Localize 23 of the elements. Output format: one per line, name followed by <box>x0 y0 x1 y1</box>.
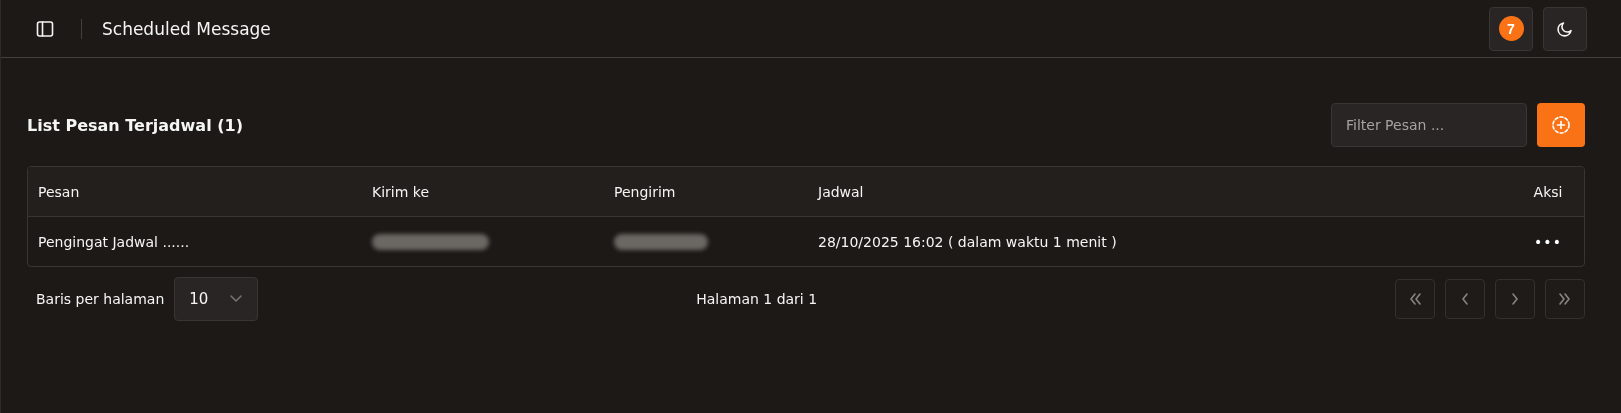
sidebar-icon <box>36 19 54 38</box>
page-title: Scheduled Message <box>102 18 271 39</box>
column-header: Kirim ke <box>371 183 431 200</box>
double-chevron-left-icon <box>1408 292 1422 306</box>
table-cell: 28/10/2025 16:02 ( dalam waktu 1 menit ) <box>818 233 1117 250</box>
page-indicator: Halaman 1 dari 1 <box>695 291 819 307</box>
dashed-circle-plus-icon <box>1551 115 1571 135</box>
column-header: Pengirim <box>613 183 677 200</box>
column-header: Aksi <box>1532 183 1564 200</box>
table-cell: Pengingat Jadwal ...... <box>38 233 190 250</box>
notification-badge: 7 <box>1498 16 1524 41</box>
chevron-down-icon <box>230 295 243 303</box>
rows-per-page-select[interactable]: 10 <box>174 277 259 321</box>
add-button[interactable] <box>1537 103 1585 147</box>
list-title: List Pesan Terjadwal (1) <box>27 115 243 135</box>
more-actions-button[interactable]: ••• <box>1534 233 1562 250</box>
rows-per-page-label: Baris per halaman <box>36 291 165 307</box>
double-chevron-right-icon <box>1558 292 1572 306</box>
theme-toggle-button[interactable] <box>1543 6 1587 51</box>
column-header: Jadwal <box>816 183 865 200</box>
moon-icon <box>1556 19 1574 38</box>
filter-field[interactable]: Filter Pesan ... <box>1331 103 1527 147</box>
column-header: Pesan <box>37 183 81 200</box>
